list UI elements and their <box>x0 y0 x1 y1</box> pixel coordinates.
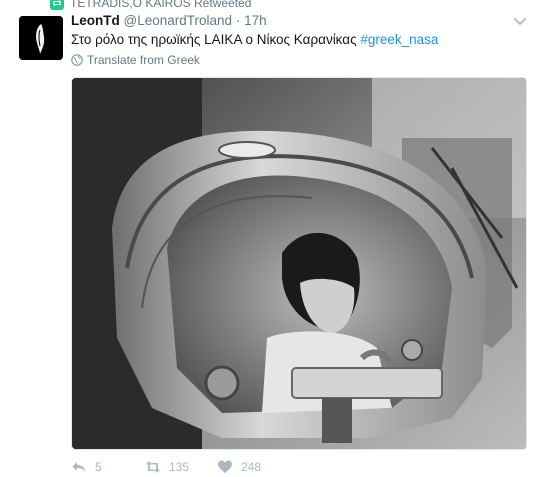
tweet-header: LeonTd @LeonardTroland · 17h <box>71 13 267 28</box>
hashtag-link[interactable]: #greek_nasa <box>360 32 438 47</box>
translate-link[interactable]: Translate from Greek <box>71 53 200 67</box>
retweet-icon <box>146 461 160 473</box>
reply-button[interactable]: 5 <box>71 459 145 475</box>
chevron-down-icon[interactable] <box>513 14 527 28</box>
reply-count: 5 <box>95 460 102 474</box>
tweet-photo[interactable] <box>71 77 527 450</box>
retweet-icon <box>50 0 64 10</box>
photo-image <box>72 78 526 449</box>
retweet-count: 135 <box>169 460 190 474</box>
avatar-image <box>19 16 63 60</box>
like-button[interactable]: 248 <box>217 459 297 475</box>
globe-icon <box>71 54 83 66</box>
user-handle[interactable]: @LeonardTroland <box>124 13 233 28</box>
retweet-context[interactable]: TETRADIS,O KAIROS Retweeted <box>50 0 251 11</box>
tweet-actions: 5 135 248 <box>71 457 297 477</box>
display-name[interactable]: LeonTd <box>71 13 120 28</box>
tweet-timestamp[interactable]: 17h <box>244 13 267 28</box>
tweet-body: Στο ρόλο της ηρωϊκής LAIKA ο Νίκος Καραν… <box>71 32 361 47</box>
retweet-button[interactable]: 135 <box>145 459 217 475</box>
reply-icon <box>72 462 86 472</box>
tweet-text: Στο ρόλο της ηρωϊκής LAIKA ο Νίκος Καραν… <box>71 31 438 49</box>
translate-label: Translate from Greek <box>87 53 200 67</box>
avatar[interactable] <box>19 16 63 60</box>
heart-icon <box>218 460 232 473</box>
separator: · <box>235 13 241 28</box>
retweet-context-label: TETRADIS,O KAIROS Retweeted <box>70 0 252 10</box>
like-count: 248 <box>241 460 262 474</box>
